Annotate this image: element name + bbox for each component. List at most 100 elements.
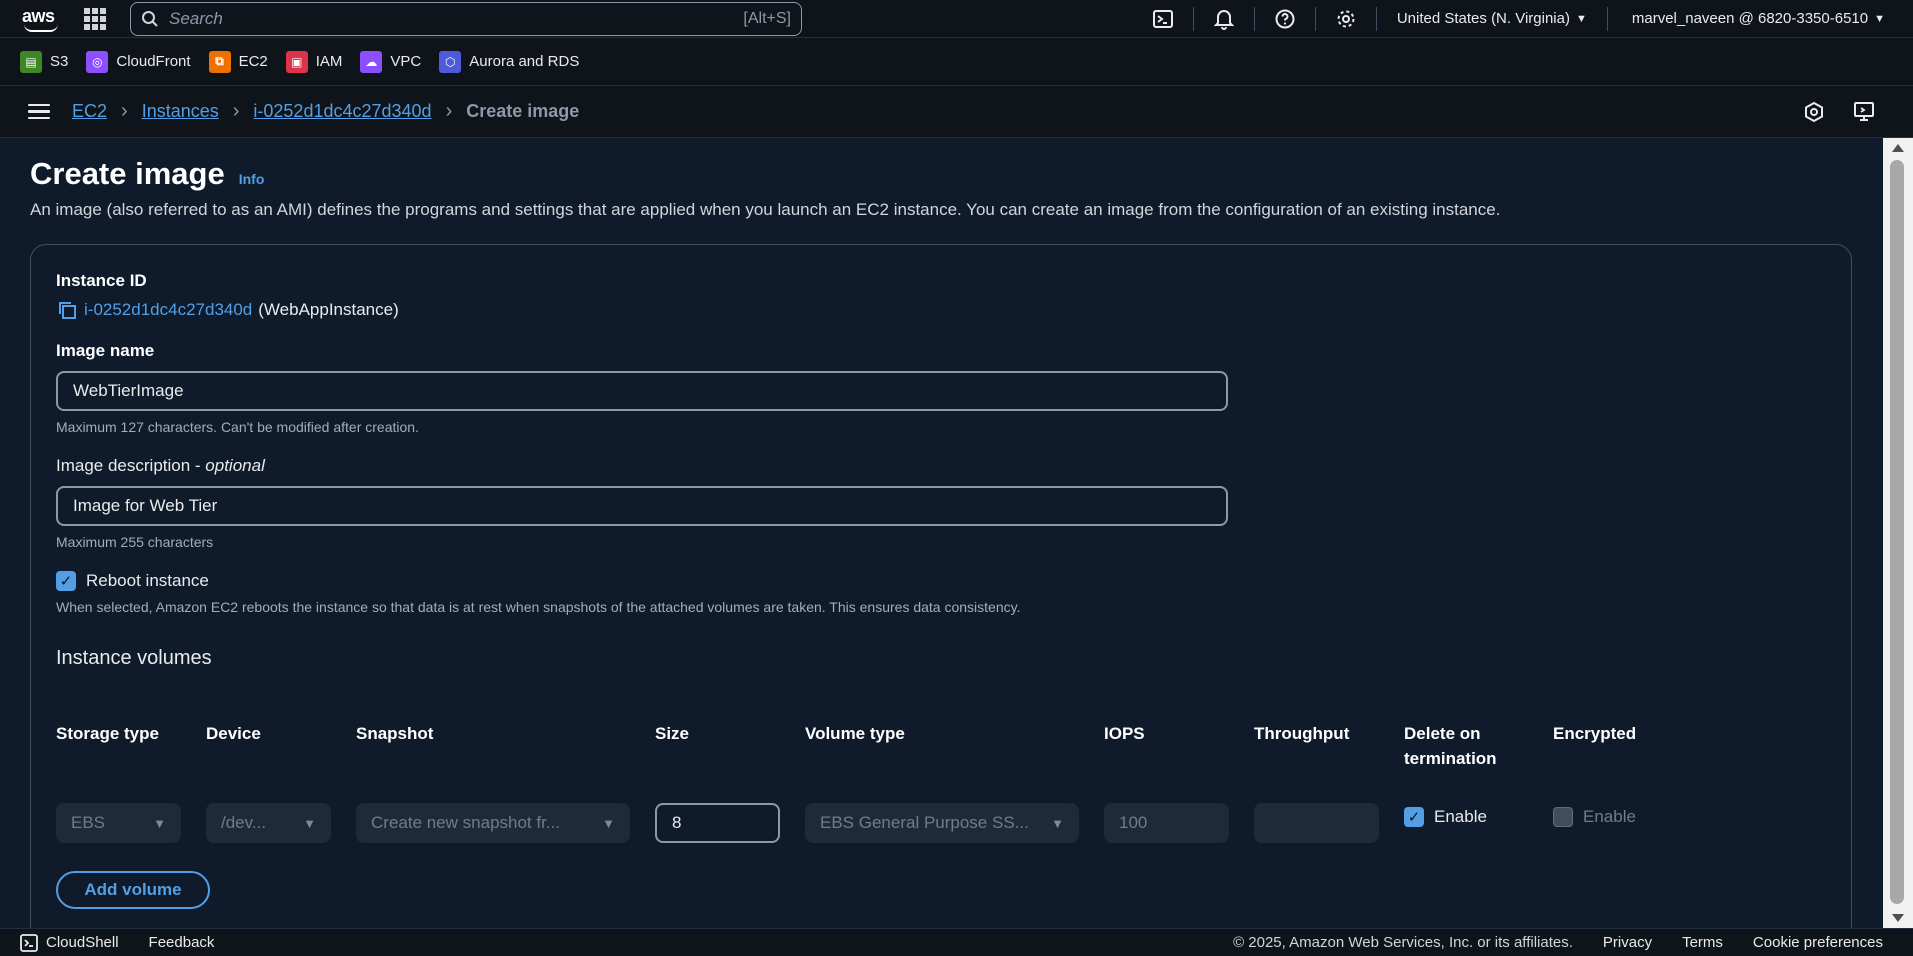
favorite-vpc[interactable]: ☁ VPC [360, 50, 422, 73]
gear-icon [1337, 10, 1355, 27]
favorite-label: IAM [315, 53, 343, 70]
aws-smile-icon [24, 24, 58, 32]
chevron-right-icon: › [121, 100, 128, 122]
cloudshell-icon [20, 933, 38, 952]
scrollbar-thumb[interactable] [1890, 160, 1904, 904]
add-volume-button[interactable]: Add volume [56, 871, 210, 909]
feedback-icon[interactable] [1803, 101, 1825, 123]
reboot-checkbox[interactable]: ✓ [56, 571, 76, 591]
display-settings-icon[interactable] [1853, 101, 1877, 123]
cloudshell-icon [1152, 9, 1173, 28]
delete-on-termination-checkbox[interactable]: ✓ [1404, 807, 1424, 827]
encrypted-checkbox [1553, 807, 1573, 827]
encrypted-label: Enable [1583, 807, 1636, 826]
menu-icon[interactable] [28, 103, 50, 120]
cookie-preferences-link[interactable]: Cookie preferences [1753, 934, 1883, 951]
snapshot-select: Create new snapshot fr... ▼ [356, 803, 630, 843]
device-select: /dev... ▼ [206, 803, 331, 843]
favorite-label: EC2 [238, 53, 268, 70]
instance-id-link[interactable]: i-0252d1dc4c27d340d [84, 300, 252, 320]
caret-down-icon: ▼ [153, 815, 166, 831]
header-volume-type: Volume type [805, 724, 905, 743]
chevron-right-icon: › [232, 100, 240, 122]
cloudshell-label: CloudShell [46, 934, 119, 951]
header-iops: IOPS [1104, 724, 1145, 743]
breadcrumb: EC2 › Instances › i-0252d1dc4c27d340d › … [72, 100, 579, 123]
region-label: United States (N. Virginia) [1396, 10, 1570, 27]
privacy-link[interactable]: Privacy [1603, 934, 1652, 951]
reboot-label[interactable]: Reboot instance [86, 571, 209, 591]
cloudshell-button[interactable] [1133, 0, 1193, 38]
header-snapshot: Snapshot [356, 724, 434, 743]
image-description-value: Image for Web Tier [73, 496, 218, 515]
image-name-label: Image name [56, 341, 155, 360]
header-storage-type: Storage type [56, 724, 159, 743]
footer: CloudShell Feedback © 2025, Amazon Web S… [0, 928, 1913, 956]
iam-icon: ▣ [285, 50, 308, 73]
copy-icon[interactable] [56, 299, 78, 321]
caret-down-icon: ▼ [1051, 815, 1064, 831]
top-navigation: aws Search [Alt+S] United States (N. Vir… [0, 0, 1913, 38]
scroll-up-icon[interactable] [1892, 144, 1904, 152]
main-content: Create image Info An image (also referre… [0, 138, 1883, 928]
favorites-bar: ▤ S3 ◎ CloudFront ⧉ EC2 ▣ IAM ☁ VPC ⬡ Au… [0, 38, 1913, 86]
search-placeholder: Search [169, 8, 223, 28]
vpc-icon: ☁ [360, 50, 383, 73]
copyright-text: © 2025, Amazon Web Services, Inc. or its… [1233, 934, 1573, 951]
breadcrumb-instances[interactable]: Instances [142, 101, 219, 122]
aws-logo[interactable]: aws [20, 4, 64, 34]
s3-icon: ▤ [20, 50, 42, 73]
instance-name: (WebAppInstance) [258, 300, 399, 319]
favorite-label: CloudFront [116, 53, 191, 70]
terms-link[interactable]: Terms [1682, 934, 1723, 951]
header-size: Size [655, 724, 690, 743]
divider [1606, 6, 1608, 31]
favorite-rds[interactable]: ⬡ Aurora and RDS [439, 50, 580, 73]
favorite-s3[interactable]: ▤ S3 [20, 50, 69, 73]
help-button[interactable] [1255, 0, 1315, 38]
search-shortcut: [Alt+S] [743, 9, 791, 27]
image-name-input[interactable]: WebTierImage [56, 371, 1228, 411]
volume-type-select: EBS General Purpose SS... ▼ [805, 803, 1079, 843]
settings-button[interactable] [1316, 0, 1376, 38]
info-link[interactable]: Info [239, 171, 265, 187]
create-image-form: Instance ID i-0252d1dc4c27d340d (WebAppI… [30, 244, 1852, 928]
account-menu[interactable]: marvel_naveen @ 6820-3350-6510 ▼ [1632, 10, 1885, 27]
scroll-down-icon[interactable] [1892, 914, 1904, 922]
favorite-label: Aurora and RDS [469, 53, 580, 70]
ec2-icon: ⧉ [208, 50, 231, 73]
favorite-ec2[interactable]: ⧉ EC2 [208, 50, 268, 73]
notifications-button[interactable] [1194, 0, 1254, 38]
breadcrumb-instance-id[interactable]: i-0252d1dc4c27d340d [253, 101, 431, 122]
feedback-link[interactable]: Feedback [149, 934, 215, 951]
favorite-label: S3 [50, 53, 69, 70]
delete-on-termination-label[interactable]: Enable [1434, 807, 1487, 827]
favorite-cloudfront[interactable]: ◎ CloudFront [86, 50, 191, 73]
search-icon [142, 10, 158, 27]
image-description-field: Image description - optional Image for W… [56, 456, 1228, 550]
instance-volumes-title: Instance volumes [56, 647, 212, 669]
delete-on-termination-field: ✓ Enable [1404, 805, 1534, 829]
favorite-label: VPC [390, 53, 422, 70]
page-description: An image (also referred to as an AMI) de… [30, 200, 1501, 219]
favorite-iam[interactable]: ▣ IAM [285, 50, 343, 73]
image-name-field: Image name WebTierImage Maximum 127 char… [56, 341, 1228, 435]
cloudshell-footer-button[interactable]: CloudShell [20, 933, 119, 952]
breadcrumb-bar: EC2 › Instances › i-0252d1dc4c27d340d › … [0, 86, 1913, 138]
search-input[interactable]: Search [Alt+S] [130, 1, 802, 36]
header-encrypted: Encrypted [1553, 724, 1637, 743]
services-grid-icon[interactable] [84, 7, 106, 30]
caret-down-icon: ▼ [602, 815, 615, 831]
image-description-input[interactable]: Image for Web Tier [56, 486, 1228, 526]
size-value: 8 [672, 813, 682, 832]
size-input[interactable]: 8 [655, 803, 780, 843]
bell-icon [1213, 9, 1234, 30]
region-selector[interactable]: United States (N. Virginia) ▼ [1397, 10, 1587, 27]
breadcrumb-ec2[interactable]: EC2 [72, 101, 107, 122]
caret-down-icon: ▼ [1575, 12, 1587, 25]
instance-id-label: Instance ID [56, 271, 147, 290]
page-scrollbar[interactable] [1883, 138, 1913, 928]
image-name-value: WebTierImage [73, 381, 184, 400]
header-delete-on-termination: Delete on termination [1404, 724, 1497, 768]
rds-icon: ⬡ [439, 50, 462, 73]
